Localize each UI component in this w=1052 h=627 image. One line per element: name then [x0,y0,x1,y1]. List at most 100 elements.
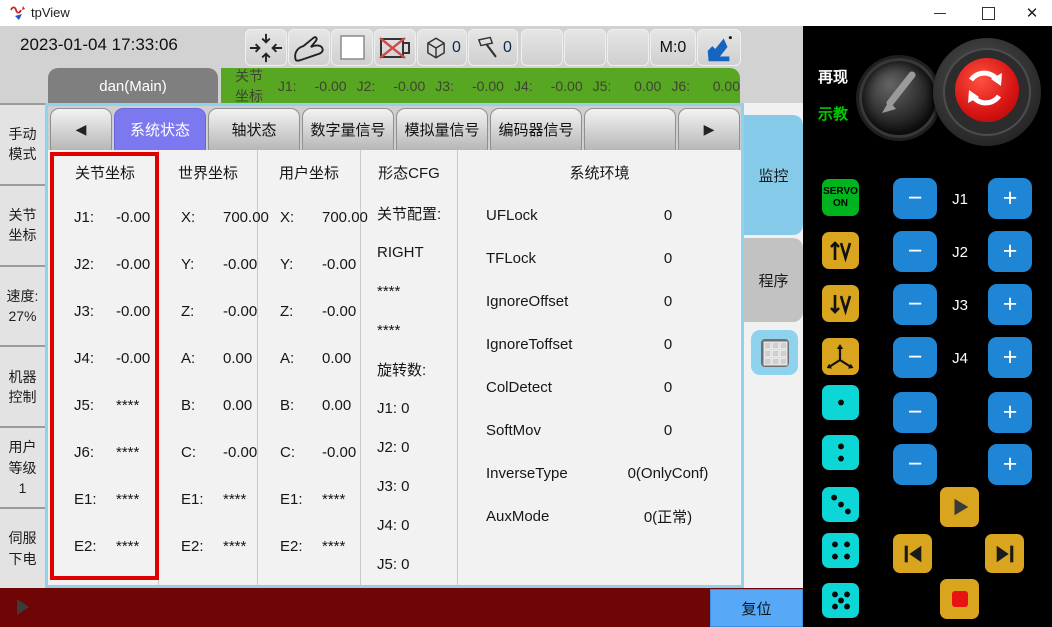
world-row: Y:-0.00 [159,241,257,288]
bar-joint-value: -0.00 [543,78,583,94]
tab-monitor[interactable]: 监控 [744,115,803,235]
world-row: E2:**** [159,523,257,570]
robot-model-button[interactable] [697,29,741,66]
user-row: X:700.00 [258,194,360,241]
dice-5-button[interactable] [822,583,859,618]
sidebar-item-speed[interactable]: 速度: 27% [0,265,45,346]
emergency-stop-button[interactable] [933,38,1041,146]
title-bar: tpView ✕ [0,0,1052,27]
env-row: AuxMode0(正常) [458,495,741,538]
joint-coordinate-bar: 关节坐标 J1:-0.00 J2:-0.00 J3:-0.00 J4:-0.00… [221,68,740,104]
stop-button[interactable] [940,579,979,619]
dice-2-button[interactable] [822,435,859,470]
sidebar-item-joint-coord[interactable]: 关节 坐标 [0,184,45,265]
joint-row: E1:**** [52,476,158,523]
user-row: B:0.00 [258,382,360,429]
jog-plus-j4[interactable]: + [988,337,1032,378]
user-row: E2:**** [258,523,360,570]
step-back-icon [901,542,925,566]
jog-plus-6[interactable]: + [988,444,1032,485]
dice-4-icon [825,535,857,566]
toolbar-empty-button-3[interactable] [607,29,649,66]
tab-digital-signals[interactable]: 数字量信号 [302,108,394,150]
dice-4-button[interactable] [822,533,859,568]
joint-coord-column: 关节坐标 J1:-0.00 J2:-0.00 J3:-0.00 J4:-0.00… [52,150,159,585]
step-back-button[interactable] [893,534,932,573]
env-row: TFLock0 [458,237,741,280]
maximize-button[interactable] [969,0,1007,26]
toolbar-empty-button-2[interactable] [564,29,606,66]
dice-1-button[interactable] [822,385,859,420]
program-tab[interactable]: dan(Main) [48,68,218,104]
tab-system-status[interactable]: 系统状态 [114,108,206,150]
joint-row: E2:**** [52,523,158,570]
jog-plus-j3[interactable]: + [988,284,1032,325]
motor-disabled-icon [377,32,413,64]
minimize-button[interactable] [921,0,959,26]
jog-minus-j1[interactable]: − [893,178,937,219]
keypad-button[interactable] [751,330,798,375]
joint-row: J3:-0.00 [52,288,158,335]
coord-system-button[interactable] [822,338,859,375]
maximize-icon [982,7,995,20]
world-row: X:700.00 [159,194,257,241]
servo-off-button[interactable] [374,29,416,66]
jog-label-j2: J2 [937,244,983,261]
m-counter-value: M:0 [660,39,687,57]
center-align-button[interactable] [245,29,287,66]
mode-selector-knob[interactable] [859,58,939,138]
sidebar-item-servo-power-off[interactable]: 伺服 下电 [0,507,45,588]
tab-scroll-left-button[interactable]: ◀ [50,108,112,150]
system-env-column: 系统环境 UFLock0 TFLock0 IgnoreOffset0 Ignor… [458,150,741,585]
m-counter-button[interactable]: M:0 [650,29,696,66]
sidebar-item-user-level[interactable]: 用户 等级 1 [0,426,45,507]
play-button[interactable] [940,487,979,527]
tab-analog-signals[interactable]: 模拟量信号 [396,108,488,150]
alarm-expand-icon[interactable] [17,599,29,615]
step-forward-button[interactable] [985,534,1024,573]
jog-minus-j3[interactable]: − [893,284,937,325]
dice-3-button[interactable] [822,487,859,522]
dice-2-icon [825,437,857,468]
step-forward-icon [993,542,1017,566]
tab-empty[interactable] [584,108,676,150]
jog-plus-j2[interactable]: + [988,231,1032,272]
jog-plus-j1[interactable]: + [988,178,1032,219]
app-logo-icon [9,4,27,22]
bar-joint-value: -0.00 [307,78,347,94]
cfg-line: J5: 0 [361,545,457,584]
jog-minus-j4[interactable]: − [893,337,937,378]
dice-5-icon [825,585,857,616]
tab-encoder-signals[interactable]: 编码器信号 [490,108,582,150]
jog-plus-5[interactable]: + [988,392,1032,433]
speed-down-button[interactable] [822,285,859,322]
status-square-button[interactable] [331,29,373,66]
user-column-title: 用户坐标 [258,150,360,194]
world-row: E1:**** [159,476,257,523]
alarm-bar [0,588,803,627]
mode-teach-label: 示教 [818,103,848,124]
tab-axis-status[interactable]: 轴状态 [208,108,300,150]
speed-up-button[interactable] [822,232,859,269]
jog-minus-5[interactable]: − [893,392,937,433]
tool-cube-icon [423,33,449,63]
user-coord-column: 用户坐标 X:700.00 Y:-0.00 Z:-0.00 A:0.00 B:0… [258,150,361,585]
cfg-column-title: 形态CFG [361,150,457,194]
tab-program[interactable]: 程序 [744,238,803,322]
close-button[interactable]: ✕ [1013,0,1051,26]
hand-jog-button[interactable] [288,29,330,66]
reset-button[interactable]: 复位 [710,589,803,627]
sidebar-item-machine-control[interactable]: 机器 控制 [0,345,45,426]
toolbar-empty-button-1[interactable] [521,29,563,66]
jog-minus-6[interactable]: − [893,444,937,485]
env-row: IgnoreOffset0 [458,280,741,323]
tool-number-button[interactable]: 0 [417,29,467,66]
tab-scroll-right-icon: ▶ [704,121,715,138]
user-row: C:-0.00 [258,429,360,476]
sidebar-item-manual-mode[interactable]: 手动 模式 [0,103,45,184]
tab-scroll-right-button[interactable]: ▶ [678,108,740,150]
jog-minus-j2[interactable]: − [893,231,937,272]
world-row: C:-0.00 [159,429,257,476]
work-number-button[interactable]: 0 [468,29,518,66]
servo-on-button[interactable]: SERVO ON [822,179,859,216]
